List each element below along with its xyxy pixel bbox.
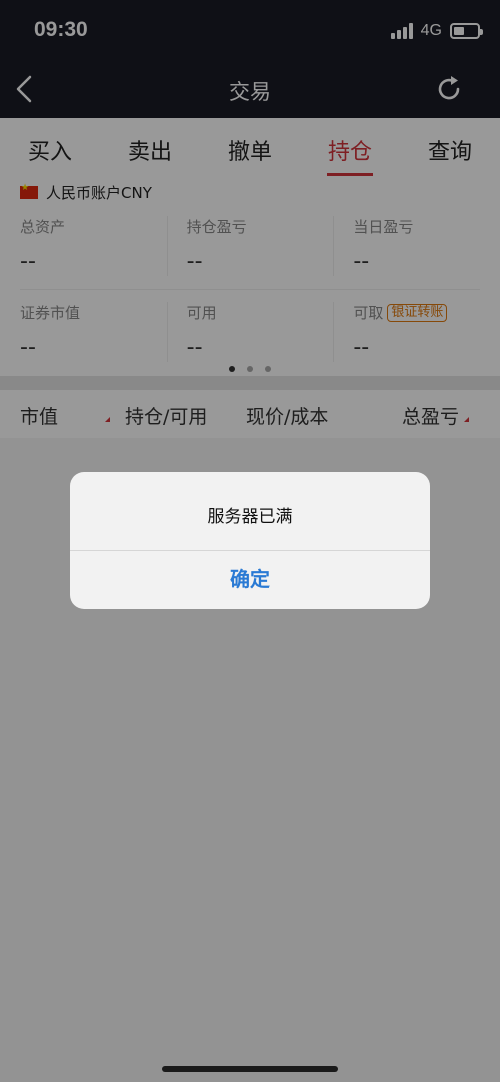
alert-message: 服务器已满 bbox=[207, 507, 293, 527]
alert-dialog: 服务器已满 确定 bbox=[70, 472, 430, 609]
home-indicator[interactable] bbox=[162, 1066, 338, 1072]
confirm-button[interactable]: 确定 bbox=[70, 550, 430, 609]
